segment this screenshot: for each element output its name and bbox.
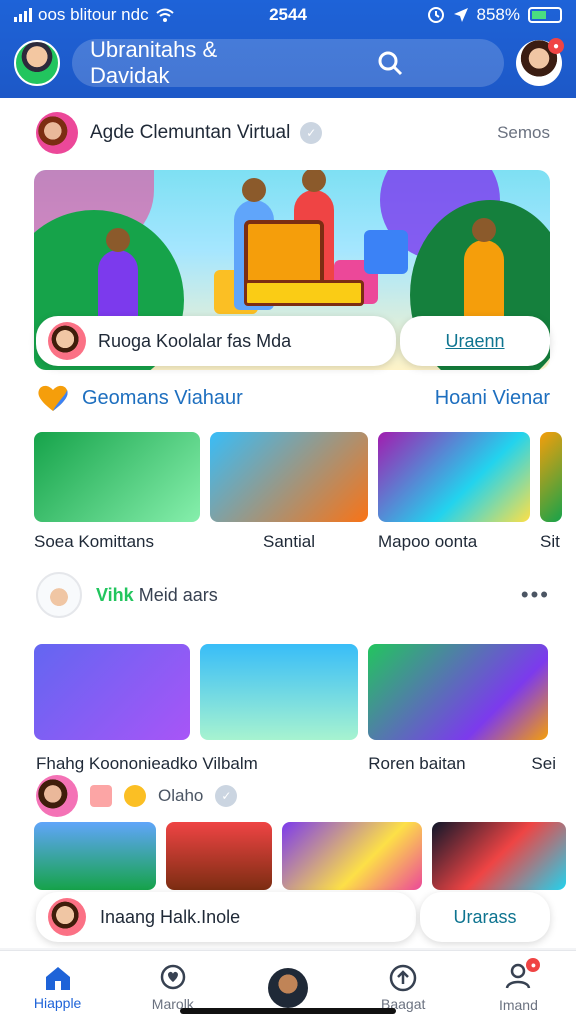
post2-prefix: Vihk	[96, 584, 134, 605]
section2-caption-mid[interactable]: Roren baitan	[368, 754, 531, 774]
thumbnail[interactable]	[432, 822, 566, 890]
post1-right-link[interactable]: Semos	[497, 123, 550, 143]
list-item[interactable]: Sit	[540, 432, 562, 552]
verified-icon: ✓	[215, 785, 238, 807]
thumbnail	[34, 432, 200, 522]
thumbnail[interactable]	[34, 822, 156, 890]
post2-header: Vihk Meid aars •••	[36, 570, 550, 620]
hero-pill-text: Ruoga Koolalar fas Mda	[98, 330, 292, 351]
hero-action-button[interactable]: Uraenn	[400, 316, 550, 366]
nav-home[interactable]: Hiapple	[0, 951, 115, 1024]
notification-badge: ●	[548, 38, 564, 54]
hero-pill[interactable]: Ruoga Koolalar fas Mda	[36, 316, 396, 366]
thumbnail	[540, 432, 562, 522]
profile-avatar[interactable]: ●	[516, 38, 564, 86]
hero-banner	[244, 280, 364, 306]
wifi-icon	[155, 7, 175, 23]
hero-action-label: Uraenn	[445, 330, 505, 351]
search-bar[interactable]: Ubranitahs & Davidak	[72, 37, 504, 88]
more-options-icon[interactable]: •••	[521, 582, 550, 608]
gift-icon	[90, 785, 112, 807]
top-header: oos blitour ndc 2544 858% Ubranitahs & D…	[0, 0, 576, 98]
section1-label: Geomans Viahaur	[82, 386, 243, 409]
profile-center-icon	[268, 967, 308, 1008]
status-bar: oos blitour ndc 2544 858%	[0, 0, 576, 30]
user-avatar[interactable]	[14, 40, 60, 86]
section1-row: Soea Komittans Santial Mapoo oonta Sit	[34, 432, 576, 552]
status-left: oos blitour ndc	[14, 5, 427, 25]
post1-author[interactable]: Agde Clemuntan Virtual	[90, 122, 290, 144]
meta-text: Olaho	[158, 786, 204, 805]
battery-icon	[528, 7, 562, 23]
thumbnail[interactable]	[166, 822, 272, 890]
battery-text: 858%	[476, 5, 520, 24]
post1-title: Agde Clemuntan Virtual ✓	[90, 122, 485, 144]
section3-row	[34, 822, 576, 890]
thumbnail	[378, 432, 530, 522]
status-right: 858%	[427, 5, 562, 25]
list-item[interactable]: Mapoo oonta	[378, 432, 530, 552]
carrier-text: oos blitour ndc	[38, 5, 149, 24]
search-text: Ubranitahs & Davidak	[90, 37, 218, 88]
heart-chat-icon	[158, 964, 188, 992]
list-item[interactable]: Soea Komittans	[34, 432, 200, 552]
smile-icon	[124, 785, 146, 807]
thumbnail[interactable]	[200, 644, 358, 740]
section2-row	[34, 644, 576, 740]
post2-author: Meid aars	[138, 584, 218, 605]
upload-circle-icon	[389, 964, 417, 992]
bottom-pill-avatar	[48, 898, 86, 936]
section2-caption-right[interactable]: Sei	[531, 754, 556, 774]
section2-captions: Fhahg Koononieadko Vilbalm Roren baitan …	[36, 754, 556, 774]
thumbnail[interactable]	[368, 644, 548, 740]
verified-icon: ✓	[300, 122, 323, 144]
section1-link[interactable]: Hoani Vienar	[435, 387, 550, 410]
meta-avatar[interactable]	[36, 775, 78, 817]
nav-home-label: Hiapple	[33, 994, 82, 1011]
thumbnail[interactable]	[282, 822, 422, 890]
nav-imand-label: Imand	[498, 997, 538, 1013]
post2-name[interactable]: Vihk Meid aars	[96, 585, 507, 606]
user-icon: ●	[504, 958, 541, 993]
home-icon	[44, 965, 72, 991]
section2-meta: Olaho ✓	[36, 774, 356, 818]
nav-imand[interactable]: ● Imand	[461, 951, 576, 1024]
signal-icon	[14, 8, 32, 22]
heart-icon	[36, 383, 70, 413]
thumbnail-caption: Mapoo oonta	[378, 532, 478, 551]
hero-pill-avatar	[48, 322, 86, 360]
search-icon[interactable]	[290, 50, 490, 76]
bottom-action-button[interactable]: Urarass	[420, 892, 550, 942]
bottom-pill[interactable]: Inaang Halk.Inole	[36, 892, 416, 942]
home-indicator	[180, 1008, 396, 1014]
hero-cube	[364, 230, 408, 274]
section2-caption-left[interactable]: Fhahg Koononieadko Vilbalm	[36, 754, 368, 774]
post1-avatar[interactable]	[36, 112, 78, 154]
section1-header: Geomans Viahaur Hoani Vienar	[36, 380, 550, 416]
thumbnail-caption: Soea Komittans	[34, 532, 155, 551]
thumbnail-caption: Sit	[540, 532, 560, 551]
alarm-icon	[427, 6, 445, 24]
post1-header: Agde Clemuntan Virtual ✓ Semos	[36, 112, 550, 154]
nav-notification-badge: ●	[526, 958, 541, 972]
thumbnail-caption: Santial	[263, 532, 315, 551]
feed: Agde Clemuntan Virtual ✓ Semos Ruoga Koo…	[0, 98, 576, 948]
status-time: 2544	[269, 5, 307, 24]
thumbnail[interactable]	[34, 644, 190, 740]
bottom-action-label: Urarass	[453, 906, 517, 927]
app-root: oos blitour ndc 2544 858% Ubranitahs & D…	[0, 0, 576, 1024]
location-icon	[453, 7, 469, 23]
post2-avatar[interactable]	[36, 572, 82, 618]
thumbnail	[210, 432, 368, 522]
bottom-pill-text: Inaang Halk.Inole	[100, 906, 241, 927]
list-item[interactable]: Santial	[210, 432, 368, 552]
search-row: Ubranitahs & Davidak ●	[14, 37, 564, 88]
